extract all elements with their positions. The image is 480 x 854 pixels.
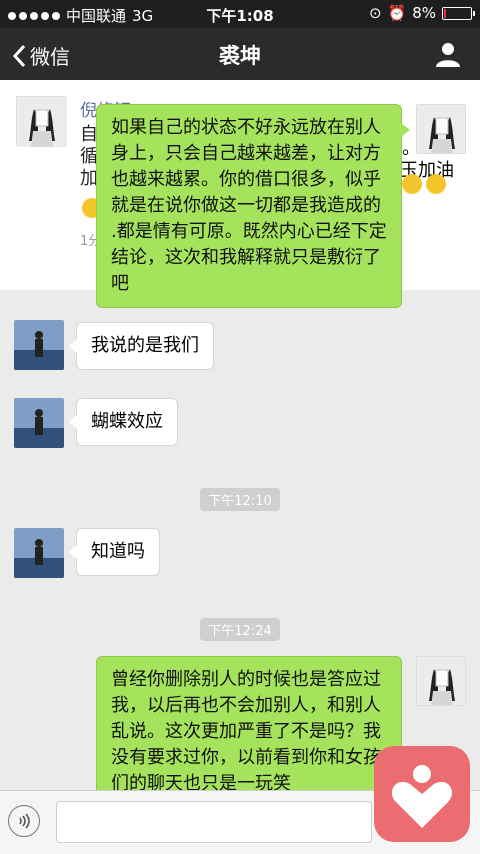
message-bubble-received[interactable]: 我说的是我们 [69,322,214,370]
voice-wave-icon [19,813,30,829]
time-divider-label: 下午12:10 [200,488,280,511]
moment-avatar[interactable] [16,96,67,147]
contact-avatar[interactable] [14,398,64,448]
message-input[interactable] [56,801,372,843]
avatar-image [417,105,465,153]
status-right: ⊙ ⏰ 8% [368,4,475,22]
contact-avatar[interactable] [14,528,64,578]
smiley-emoji-icon [402,174,422,194]
rotation-lock-icon: ⊙ [368,4,382,22]
message-bubble-received[interactable]: 蝴蝶效应 [69,398,178,446]
person-icon[interactable] [434,40,462,68]
message-bubble-received[interactable]: 知道吗 [69,528,160,576]
avatar-image [14,528,64,578]
message-bubble-sent[interactable]: 曾经你删除别人的时候也是答应过我，以后再也不会加别人，和别人乱说。这次更加严重了… [96,656,402,790]
avatar-image [17,97,67,147]
message-bubble-sent[interactable]: 如果自己的状态不好永远放在别人身上，只会自己越来越差，让对方也越来越累。你的借口… [96,104,410,308]
heart-person-logo-icon [391,765,453,828]
voice-icon[interactable] [8,805,40,837]
status-bar: 中国联通 3G 下午1:08 ⊙ ⏰ 8% [0,0,480,28]
battery-fill [444,8,447,18]
wink-emoji-icon [426,174,446,194]
time-divider: 下午12:24 [0,618,480,641]
battery-label: 8% [412,4,436,22]
avatar-image [14,320,64,370]
avatar-image [417,657,465,705]
contact-avatar[interactable] [14,320,64,370]
alarm-icon: ⏰ [387,4,407,22]
my-avatar[interactable] [416,656,466,706]
time-divider: 下午12:10 [0,488,480,511]
nav-bar: 微信 裘坤 [0,28,480,80]
my-avatar[interactable] [416,104,466,154]
app-logo-watermark [374,746,470,842]
battery-icon [442,6,475,20]
time-divider-label: 下午12:24 [200,618,280,641]
avatar-image [14,398,64,448]
chat-title: 裘坤 [219,44,261,68]
